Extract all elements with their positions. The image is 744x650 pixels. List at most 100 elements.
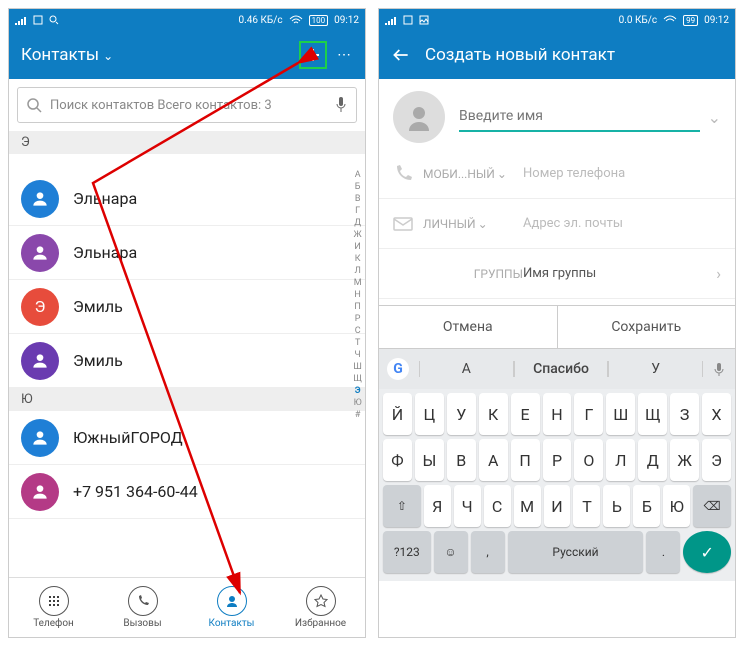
clock: 09:12 [334, 15, 359, 26]
contact-form: ⌄ МОБИ...НЫЙ ⌄ Номер телефона ЛИЧНЫЙ ⌄ А… [379, 79, 735, 305]
key[interactable]: Ы [415, 439, 444, 481]
avatar: Э [21, 288, 59, 326]
key[interactable]: А [479, 439, 508, 481]
header-title: Создать новый контакт [425, 45, 723, 65]
header: Создать новый контакт [379, 31, 735, 79]
key[interactable]: Б [633, 485, 660, 527]
space-key[interactable]: Русский [508, 531, 644, 573]
chevron-down-icon: ⌄ [103, 49, 113, 63]
key[interactable]: Ж [670, 439, 699, 481]
key[interactable]: С [484, 485, 511, 527]
battery-icon: 100 [309, 15, 329, 26]
email-icon [393, 217, 413, 231]
mic-icon[interactable] [711, 361, 727, 377]
key[interactable]: Т [573, 485, 600, 527]
pic-icon [419, 15, 429, 25]
kb-row: ЙЦУКЕНГШЩЗХ [383, 393, 731, 435]
contact-row[interactable]: Эльнара [9, 226, 365, 280]
status-bar: 0.46 КБ/с 100 09:12 [9, 9, 365, 31]
shift-key[interactable]: ⇧ [383, 485, 421, 527]
search-small-icon [49, 15, 59, 25]
phone-type[interactable]: МОБИ...НЫЙ ⌄ [423, 167, 523, 181]
suggestion[interactable]: У [608, 361, 703, 377]
nav-fav[interactable]: Избранное [276, 578, 365, 637]
save-button[interactable]: Сохранить [557, 306, 736, 348]
chevron-right-icon[interactable]: › [716, 264, 721, 283]
key[interactable]: Э [702, 439, 731, 481]
key[interactable]: Д [638, 439, 667, 481]
key[interactable]: Р [543, 439, 572, 481]
section-header: Э [9, 131, 365, 154]
key[interactable]: В [447, 439, 476, 481]
key[interactable]: Й [383, 393, 412, 435]
avatar [21, 234, 59, 272]
header-title[interactable]: Контакты⌄ [21, 45, 299, 65]
cancel-button[interactable]: Отмена [379, 306, 557, 348]
emoji-key[interactable]: ☺ [434, 531, 468, 573]
key[interactable]: Л [606, 439, 635, 481]
mic-icon[interactable] [334, 96, 348, 114]
email-input[interactable]: Адрес эл. почты [523, 210, 721, 237]
key[interactable]: К [479, 393, 508, 435]
avatar [21, 180, 59, 218]
google-icon[interactable]: G [387, 358, 409, 380]
alpha-index[interactable]: АБВГДЖИКЛМНПРСТЧШЩЭЮ# [353, 169, 362, 421]
email-type[interactable]: ЛИЧНЫЙ ⌄ [423, 217, 523, 231]
overflow-icon[interactable]: ⋯ [337, 47, 353, 63]
nav-phone[interactable]: Телефон [9, 578, 98, 637]
key[interactable]: О [574, 439, 603, 481]
backspace-key[interactable]: ⌫ [693, 485, 731, 527]
key[interactable]: Ц [415, 393, 444, 435]
net-icon [33, 15, 43, 25]
symbols-key[interactable]: ?123 [383, 531, 431, 573]
contact-row[interactable]: ЮжныйГОРОД [9, 411, 365, 465]
bottom-nav: Телефон Вызовы Контакты Избранное [9, 577, 365, 637]
chevron-down-icon[interactable]: ⌄ [708, 108, 721, 127]
period-key[interactable]: . [646, 531, 680, 573]
key[interactable]: Ф [383, 439, 412, 481]
key[interactable]: И [544, 485, 571, 527]
key[interactable]: Н [543, 393, 572, 435]
battery-icon: 99 [683, 15, 698, 26]
key[interactable]: Е [511, 393, 540, 435]
key[interactable]: Я [424, 485, 451, 527]
avatar [21, 473, 59, 511]
nav-calls[interactable]: Вызовы [98, 578, 187, 637]
add-contact-button[interactable] [299, 41, 327, 69]
search-icon [26, 97, 42, 113]
suggestion-bar: G А Спасибо У [379, 349, 735, 389]
key[interactable]: З [670, 393, 699, 435]
nav-contacts[interactable]: Контакты [187, 578, 276, 637]
create-contact-screen: 0.0 КБ/с 99 09:12 Создать новый контакт … [378, 8, 736, 638]
section-header: Ю [9, 388, 365, 411]
key[interactable]: Щ [638, 393, 667, 435]
back-icon[interactable] [391, 45, 411, 65]
suggestion[interactable]: А [419, 361, 514, 377]
search-input[interactable]: Поиск контактов Всего контактов: 3 [17, 87, 357, 123]
key[interactable]: Ч [454, 485, 481, 527]
comma-key[interactable]: , [471, 531, 505, 573]
net-icon [403, 15, 413, 25]
contact-row[interactable]: Эльнара [9, 172, 365, 226]
key[interactable]: Ш [606, 393, 635, 435]
avatar-placeholder[interactable] [393, 91, 445, 143]
header: Контакты⌄ ⋯ [9, 31, 365, 79]
name-input[interactable] [459, 102, 700, 132]
key[interactable]: Г [574, 393, 603, 435]
key[interactable]: Ь [603, 485, 630, 527]
group-input[interactable]: Имя группы [523, 260, 716, 287]
suggestion[interactable]: Спасибо [514, 361, 609, 377]
key[interactable]: Х [702, 393, 731, 435]
status-bar: 0.0 КБ/с 99 09:12 [379, 9, 735, 31]
contacts-screen: 0.46 КБ/с 100 09:12 Контакты⌄ ⋯ Поиск ко… [8, 8, 366, 638]
contact-row[interactable]: +7 951 364-60-44 [9, 465, 365, 519]
enter-key[interactable]: ✓ [683, 531, 731, 573]
contact-row[interactable]: Эмиль [9, 334, 365, 388]
contact-row[interactable]: ЭЭмиль [9, 280, 365, 334]
key[interactable]: Ю [663, 485, 690, 527]
key[interactable]: М [514, 485, 541, 527]
phone-input[interactable]: Номер телефона [523, 160, 721, 187]
key[interactable]: У [447, 393, 476, 435]
avatar [21, 342, 59, 380]
key[interactable]: П [511, 439, 540, 481]
